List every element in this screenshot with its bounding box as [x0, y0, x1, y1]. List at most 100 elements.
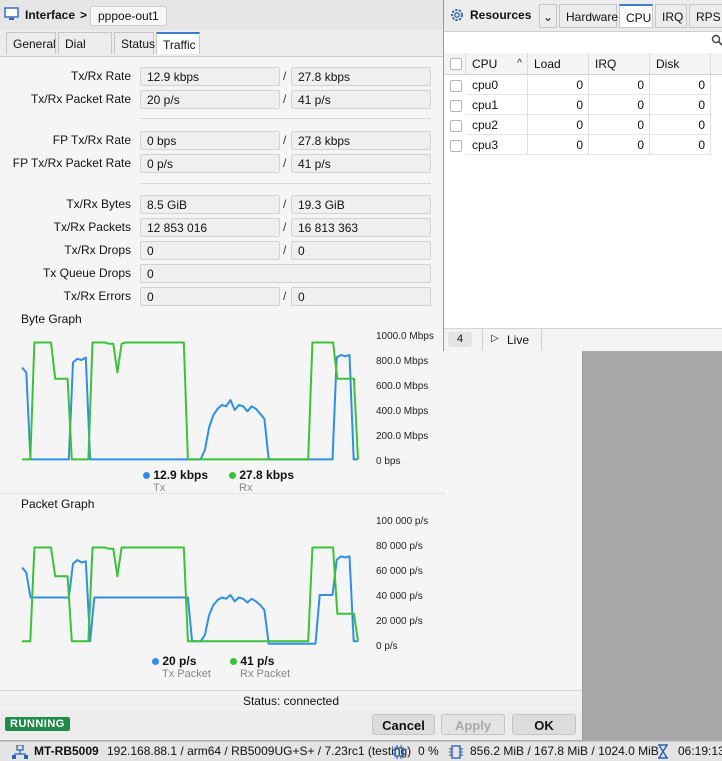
packet-graph-y-tick-label: 40 000 p/s — [376, 591, 423, 602]
cpu-irq: 0 — [589, 115, 650, 135]
tx-legend-value: 12.9 kbps — [153, 468, 208, 482]
cpu-name: cpu1 — [466, 95, 528, 115]
tab-cpu[interactable]: CPU — [619, 4, 653, 28]
live-button[interactable]: ▷ Live — [482, 329, 542, 351]
cancel-button[interactable]: Cancel — [372, 714, 435, 735]
running-badge: RUNNING — [5, 717, 70, 731]
byte-graph-y-tick-label: 1000.0 Mbps — [376, 331, 434, 342]
column-disk[interactable]: Disk — [650, 53, 711, 75]
chevron-down-icon[interactable]: ⌄ — [539, 4, 557, 28]
tab-dial-out[interactable]: Dial Out — [58, 32, 112, 54]
tab-general[interactable]: General — [6, 32, 56, 54]
resources-title: Resources — [470, 8, 531, 22]
tab-hardware[interactable]: Hardware — [559, 4, 617, 28]
rx-legend-value: 27.8 kbps — [239, 468, 294, 482]
hourglass-icon — [657, 744, 669, 759]
table-row[interactable]: cpu2 0 0 0 — [444, 115, 722, 135]
slash: / — [283, 69, 286, 83]
tab-status[interactable]: Status — [114, 32, 154, 54]
divider — [140, 183, 431, 184]
row-checkbox[interactable] — [450, 120, 462, 132]
tx-rx-rate-label: Tx/Rx Rate — [0, 69, 131, 83]
cpu-disk: 0 — [650, 135, 711, 155]
tx-errors-field: 0 — [140, 287, 280, 306]
ok-button[interactable]: OK — [512, 714, 576, 735]
resources-window: Resources ⌄ Hardware CPU IRQ RPS CPU ^ L… — [443, 0, 722, 351]
column-cpu[interactable]: CPU ^ — [466, 53, 528, 75]
slash: / — [283, 220, 286, 234]
packet-graph-y-tick-label: 20 000 p/s — [376, 616, 423, 627]
memory-icon — [449, 745, 463, 759]
tx-packet-legend-value: 20 p/s — [162, 654, 196, 668]
cpu-load: 0 — [528, 135, 589, 155]
packet-graph-series-tx-line — [22, 556, 358, 644]
rx-legend-dot — [229, 472, 236, 479]
tx-rate-field: 12.9 kbps — [140, 67, 280, 86]
tx-packets-field: 12 853 016 — [140, 218, 280, 237]
network-icon — [12, 745, 28, 759]
breadcrumb-separator: > — [80, 8, 87, 22]
select-all-checkbox[interactable] — [450, 58, 462, 70]
device-name: MT-RB5009 — [34, 742, 99, 761]
rx-packet-legend-dot — [230, 658, 237, 665]
tx-queue-drops-label: Tx Queue Drops — [0, 266, 131, 280]
table-row[interactable]: cpu0 0 0 0 — [444, 75, 722, 95]
packet-legend-tx: 20 p/s Tx Packet — [152, 654, 211, 680]
cpu-name: cpu2 — [466, 115, 528, 135]
sort-asc-icon: ^ — [517, 53, 522, 75]
rx-errors-field: 0 — [291, 287, 431, 306]
apply-button[interactable]: Apply — [441, 714, 505, 735]
column-irq[interactable]: IRQ — [589, 53, 650, 75]
byte-graph-y-tick-label: 800.0 Mbps — [376, 356, 428, 367]
table-row[interactable]: cpu1 0 0 0 — [444, 95, 722, 115]
window-title: Interface — [25, 8, 75, 22]
tab-traffic[interactable]: Traffic — [156, 32, 200, 54]
cpu-disk: 0 — [650, 115, 711, 135]
tx-rx-errors-label: Tx/Rx Errors — [0, 289, 131, 303]
rx-rate-field: 27.8 kbps — [291, 67, 431, 86]
row-count-badge: 4 — [448, 332, 472, 347]
interface-icon — [4, 6, 20, 22]
fp-rx-packet-rate-field: 41 p/s — [291, 154, 431, 173]
slash: / — [283, 156, 286, 170]
row-checkbox[interactable] — [450, 80, 462, 92]
byte-graph-y-tick-label: 400.0 Mbps — [376, 406, 428, 417]
fp-tx-rx-rate-label: FP Tx/Rx Rate — [0, 133, 131, 147]
byte-graph: 1000.0 Mbps 800.0 Mbps 600.0 Mbps 400.0 Mbp… — [18, 327, 438, 467]
byte-graph-title: Byte Graph — [21, 312, 82, 326]
cpu-name: cpu3 — [466, 135, 528, 155]
cpu-irq: 0 — [589, 95, 650, 115]
tx-bytes-field: 8.5 GiB — [140, 195, 280, 214]
row-checkbox[interactable] — [450, 100, 462, 112]
byte-graph-series-tx-line — [22, 355, 358, 459]
packet-graph-y-tick-label: 0 p/s — [376, 641, 398, 652]
column-load[interactable]: Load — [528, 53, 589, 75]
byte-graph-y-tick-label: 0 bps — [376, 456, 400, 467]
tx-packet-legend-dot — [152, 658, 159, 665]
packet-graph-y-tick-label: 80 000 p/s — [376, 541, 423, 552]
fp-rx-rate-field: 27.8 kbps — [291, 131, 431, 150]
byte-graph-y-tick-label: 600.0 Mbps — [376, 381, 428, 392]
packet-graph: 100 000 p/s80 000 p/s60 000 p/s40 000 p/… — [18, 512, 438, 652]
select-all-header[interactable] — [444, 53, 466, 75]
breadcrumb-interface-name[interactable]: pppoe-out1 — [90, 6, 167, 26]
rx-packet-rate-field: 41 p/s — [291, 90, 431, 109]
cpu-load: 0 — [528, 75, 589, 95]
search-icon[interactable] — [711, 34, 722, 48]
cpu-icon — [392, 745, 406, 759]
slash: / — [283, 197, 286, 211]
column-cpu-label: CPU — [472, 57, 497, 71]
tx-packet-rate-field: 20 p/s — [140, 90, 280, 109]
device-info: 192.168.88.1 / arm64 / RB5009UG+S+ / 7.2… — [107, 742, 411, 761]
fp-tx-rx-packet-rate-label: FP Tx/Rx Packet Rate — [0, 156, 131, 170]
row-checkbox[interactable] — [450, 140, 462, 152]
packet-graph-y-tick-label: 60 000 p/s — [376, 566, 423, 577]
divider — [0, 493, 445, 494]
cpu-usage: 0 % — [418, 742, 439, 761]
column-filler — [711, 53, 722, 75]
tx-packet-legend-label: Tx Packet — [162, 668, 211, 680]
divider — [140, 118, 431, 119]
tab-rps[interactable]: RPS — [689, 4, 722, 28]
table-row[interactable]: cpu3 0 0 0 — [444, 135, 722, 155]
tab-irq[interactable]: IRQ — [655, 4, 687, 28]
